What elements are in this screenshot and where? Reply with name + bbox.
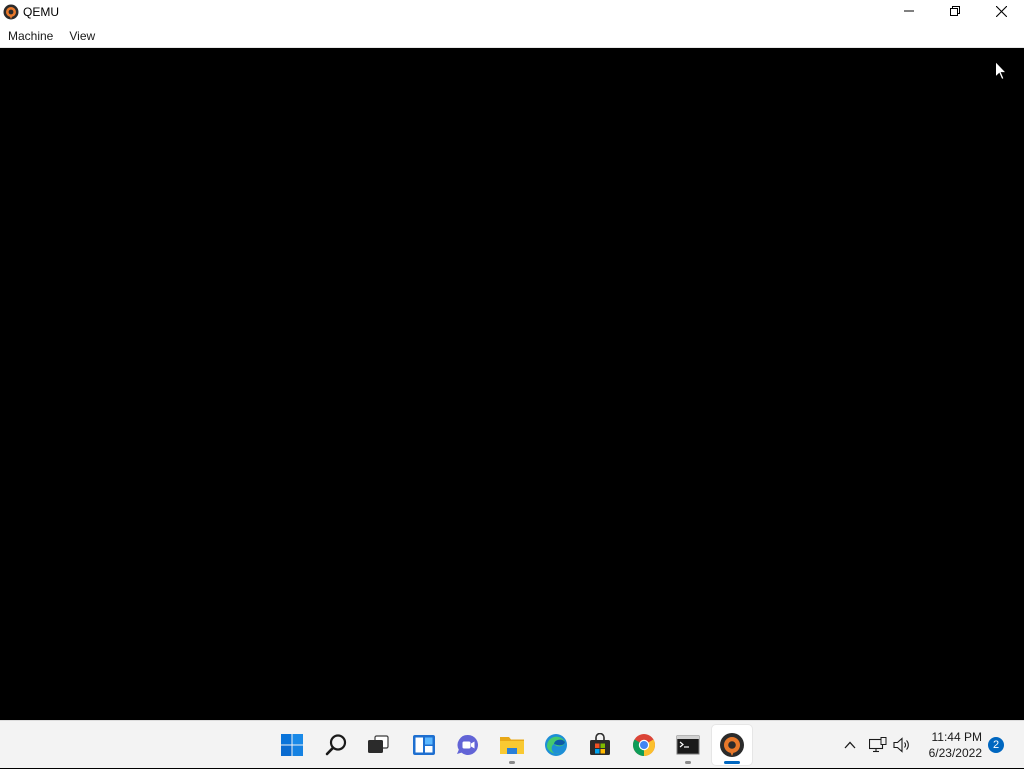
title-bar[interactable]: QEMU <box>0 0 1024 24</box>
chrome-icon <box>633 734 655 756</box>
taskbar-edge-button[interactable] <box>536 725 576 765</box>
chevron-up-icon <box>844 741 856 749</box>
taskbar-teams-chat-button[interactable] <box>448 725 488 765</box>
taskbar: 11:44 PM 6/23/2022 2 <box>0 720 1024 768</box>
notification-badge[interactable]: 2 <box>988 737 1004 753</box>
widgets-icon <box>413 735 435 755</box>
taskbar-store-button[interactable] <box>580 725 620 765</box>
file-explorer-icon <box>500 737 524 754</box>
tray-overflow-button[interactable] <box>838 721 862 769</box>
vm-display[interactable] <box>0 48 1024 720</box>
running-indicator <box>509 761 515 764</box>
network-icon <box>869 737 887 753</box>
window-controls <box>886 0 1024 22</box>
teams-chat-icon <box>457 734 478 755</box>
windows-start-icon <box>281 734 303 756</box>
qemu-icon <box>720 733 744 757</box>
taskbar-qemu-button[interactable] <box>712 725 752 765</box>
volume-icon <box>893 737 909 753</box>
tray-network-button[interactable] <box>866 721 890 769</box>
task-view-icon <box>368 735 389 753</box>
edge-icon <box>545 734 567 756</box>
menu-view[interactable]: View <box>61 24 103 48</box>
restore-button[interactable] <box>932 0 978 22</box>
taskbar-search-button[interactable] <box>316 725 356 765</box>
menu-machine[interactable]: Machine <box>0 24 61 48</box>
active-indicator <box>724 761 740 764</box>
mouse-cursor-icon <box>995 61 1007 81</box>
close-button[interactable] <box>978 0 1024 22</box>
menu-bar: Machine View <box>0 24 1024 48</box>
taskbar-chrome-button[interactable] <box>624 725 664 765</box>
window-title: QEMU <box>23 5 59 19</box>
tray-volume-button[interactable] <box>890 721 914 769</box>
running-indicator <box>685 761 691 764</box>
minimize-button[interactable] <box>886 0 932 22</box>
taskbar-task-view-button[interactable] <box>358 725 398 765</box>
taskbar-clock[interactable]: 11:44 PM 6/23/2022 <box>918 729 982 761</box>
minimize-icon <box>904 10 914 12</box>
taskbar-start-button[interactable] <box>272 725 312 765</box>
clock-time: 11:44 PM <box>931 730 982 744</box>
search-icon <box>325 734 347 756</box>
taskbar-widgets-button[interactable] <box>404 725 444 765</box>
command-prompt-icon <box>676 735 700 755</box>
clock-date: 6/23/2022 <box>928 746 982 760</box>
store-icon <box>590 733 610 755</box>
taskbar-command-prompt-button[interactable] <box>668 725 708 765</box>
qemu-icon <box>3 4 19 20</box>
close-icon <box>995 5 1007 17</box>
taskbar-file-explorer-button[interactable] <box>492 725 532 765</box>
restore-icon <box>950 6 960 16</box>
